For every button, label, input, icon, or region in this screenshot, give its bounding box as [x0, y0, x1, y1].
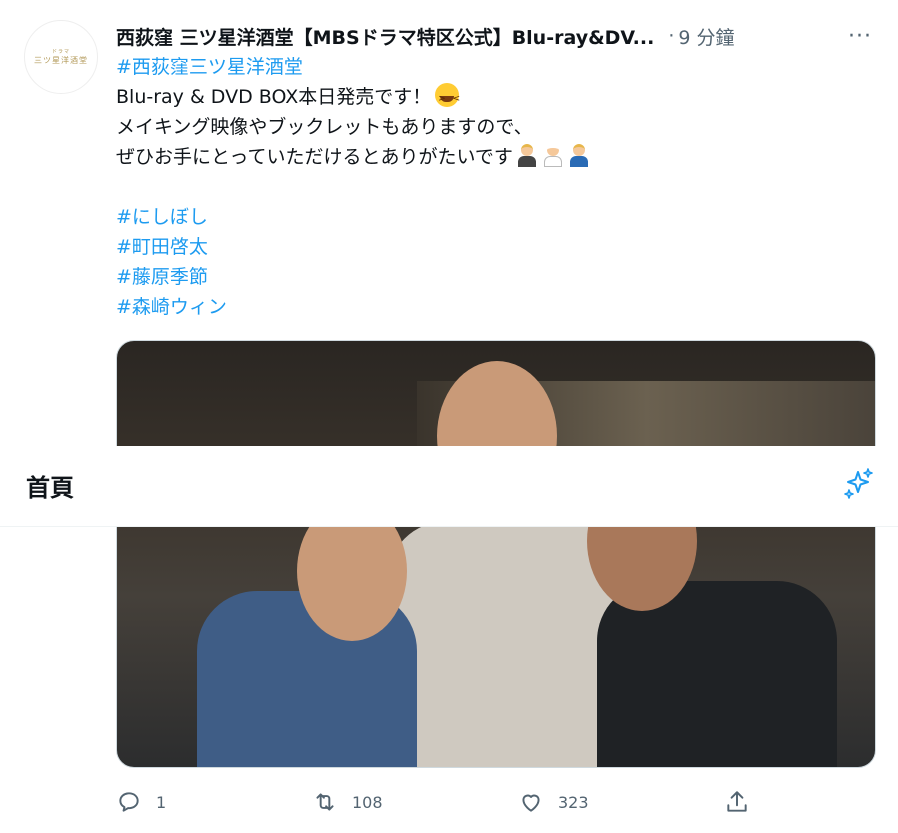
tweet-line-3: ぜひお手にとっていただけるとありがたいです [116, 146, 513, 168]
hashtag-link[interactable]: #森崎ウィン [116, 296, 227, 318]
heart-icon [522, 794, 540, 812]
grinning-squinting-face-icon [435, 83, 462, 114]
avatar[interactable]: ドラマ 三ツ星洋酒堂 [24, 20, 98, 94]
retweet-button[interactable]: 108 [312, 784, 383, 820]
like-button[interactable]: 323 [518, 784, 589, 820]
author-name[interactable]: 西荻窪 三ツ星洋酒堂【MBSドラマ特区公式】Blu-ray&DV... [116, 23, 654, 50]
home-header-bar: 首頁 [0, 446, 898, 527]
tweet[interactable]: ドラマ 三ツ星洋酒堂 西荻窪 三ツ星洋酒堂【MBSドラマ特区公式】Blu-ray… [0, 0, 898, 833]
tweet-header: 西荻窪 三ツ星洋酒堂【MBSドラマ特区公式】Blu-ray&DV... · 9 … [116, 18, 886, 54]
man-in-tuxedo-icon [515, 143, 539, 167]
sparkle-icon[interactable] [842, 466, 876, 500]
reply-button[interactable]: 1 [116, 784, 166, 820]
reply-count: 1 [156, 792, 167, 812]
page-title[interactable]: 首頁 [26, 468, 74, 503]
tweet-line-1: Blu-ray & DVD BOX本日発売です！ [116, 86, 432, 108]
avatar-logo-main: 三ツ星洋酒堂 [34, 56, 88, 65]
tweet-text: #西荻窪三ツ星洋酒堂 Blu-ray & DVD BOX本日発売です！ メイキン… [116, 52, 876, 322]
cook-icon [541, 143, 565, 167]
tweet-actions: 1 108 323 [116, 784, 776, 820]
tweet-photo[interactable] [116, 340, 876, 768]
share-icon [727, 791, 747, 812]
tweet-line-2: メイキング映像やブックレットもありますので、 [116, 116, 533, 138]
like-count: 323 [558, 792, 589, 812]
reply-icon [119, 792, 139, 812]
more-options-icon[interactable]: ··· [848, 24, 872, 49]
hashtag-link[interactable]: #西荻窪三ツ星洋酒堂 [116, 56, 303, 78]
time-separator: · [668, 25, 675, 47]
hashtag-link[interactable]: #藤原季節 [116, 266, 208, 288]
avatar-logo-top: ドラマ [51, 49, 70, 55]
timestamp[interactable]: 9 分鐘 [678, 23, 734, 50]
share-button[interactable] [724, 784, 764, 820]
retweet-count: 108 [352, 792, 383, 812]
retweet-icon [316, 793, 334, 811]
hashtag-link[interactable]: #町田啓太 [116, 236, 208, 258]
hashtag-link[interactable]: #にしぼし [116, 206, 208, 228]
office-worker-icon [567, 143, 591, 167]
